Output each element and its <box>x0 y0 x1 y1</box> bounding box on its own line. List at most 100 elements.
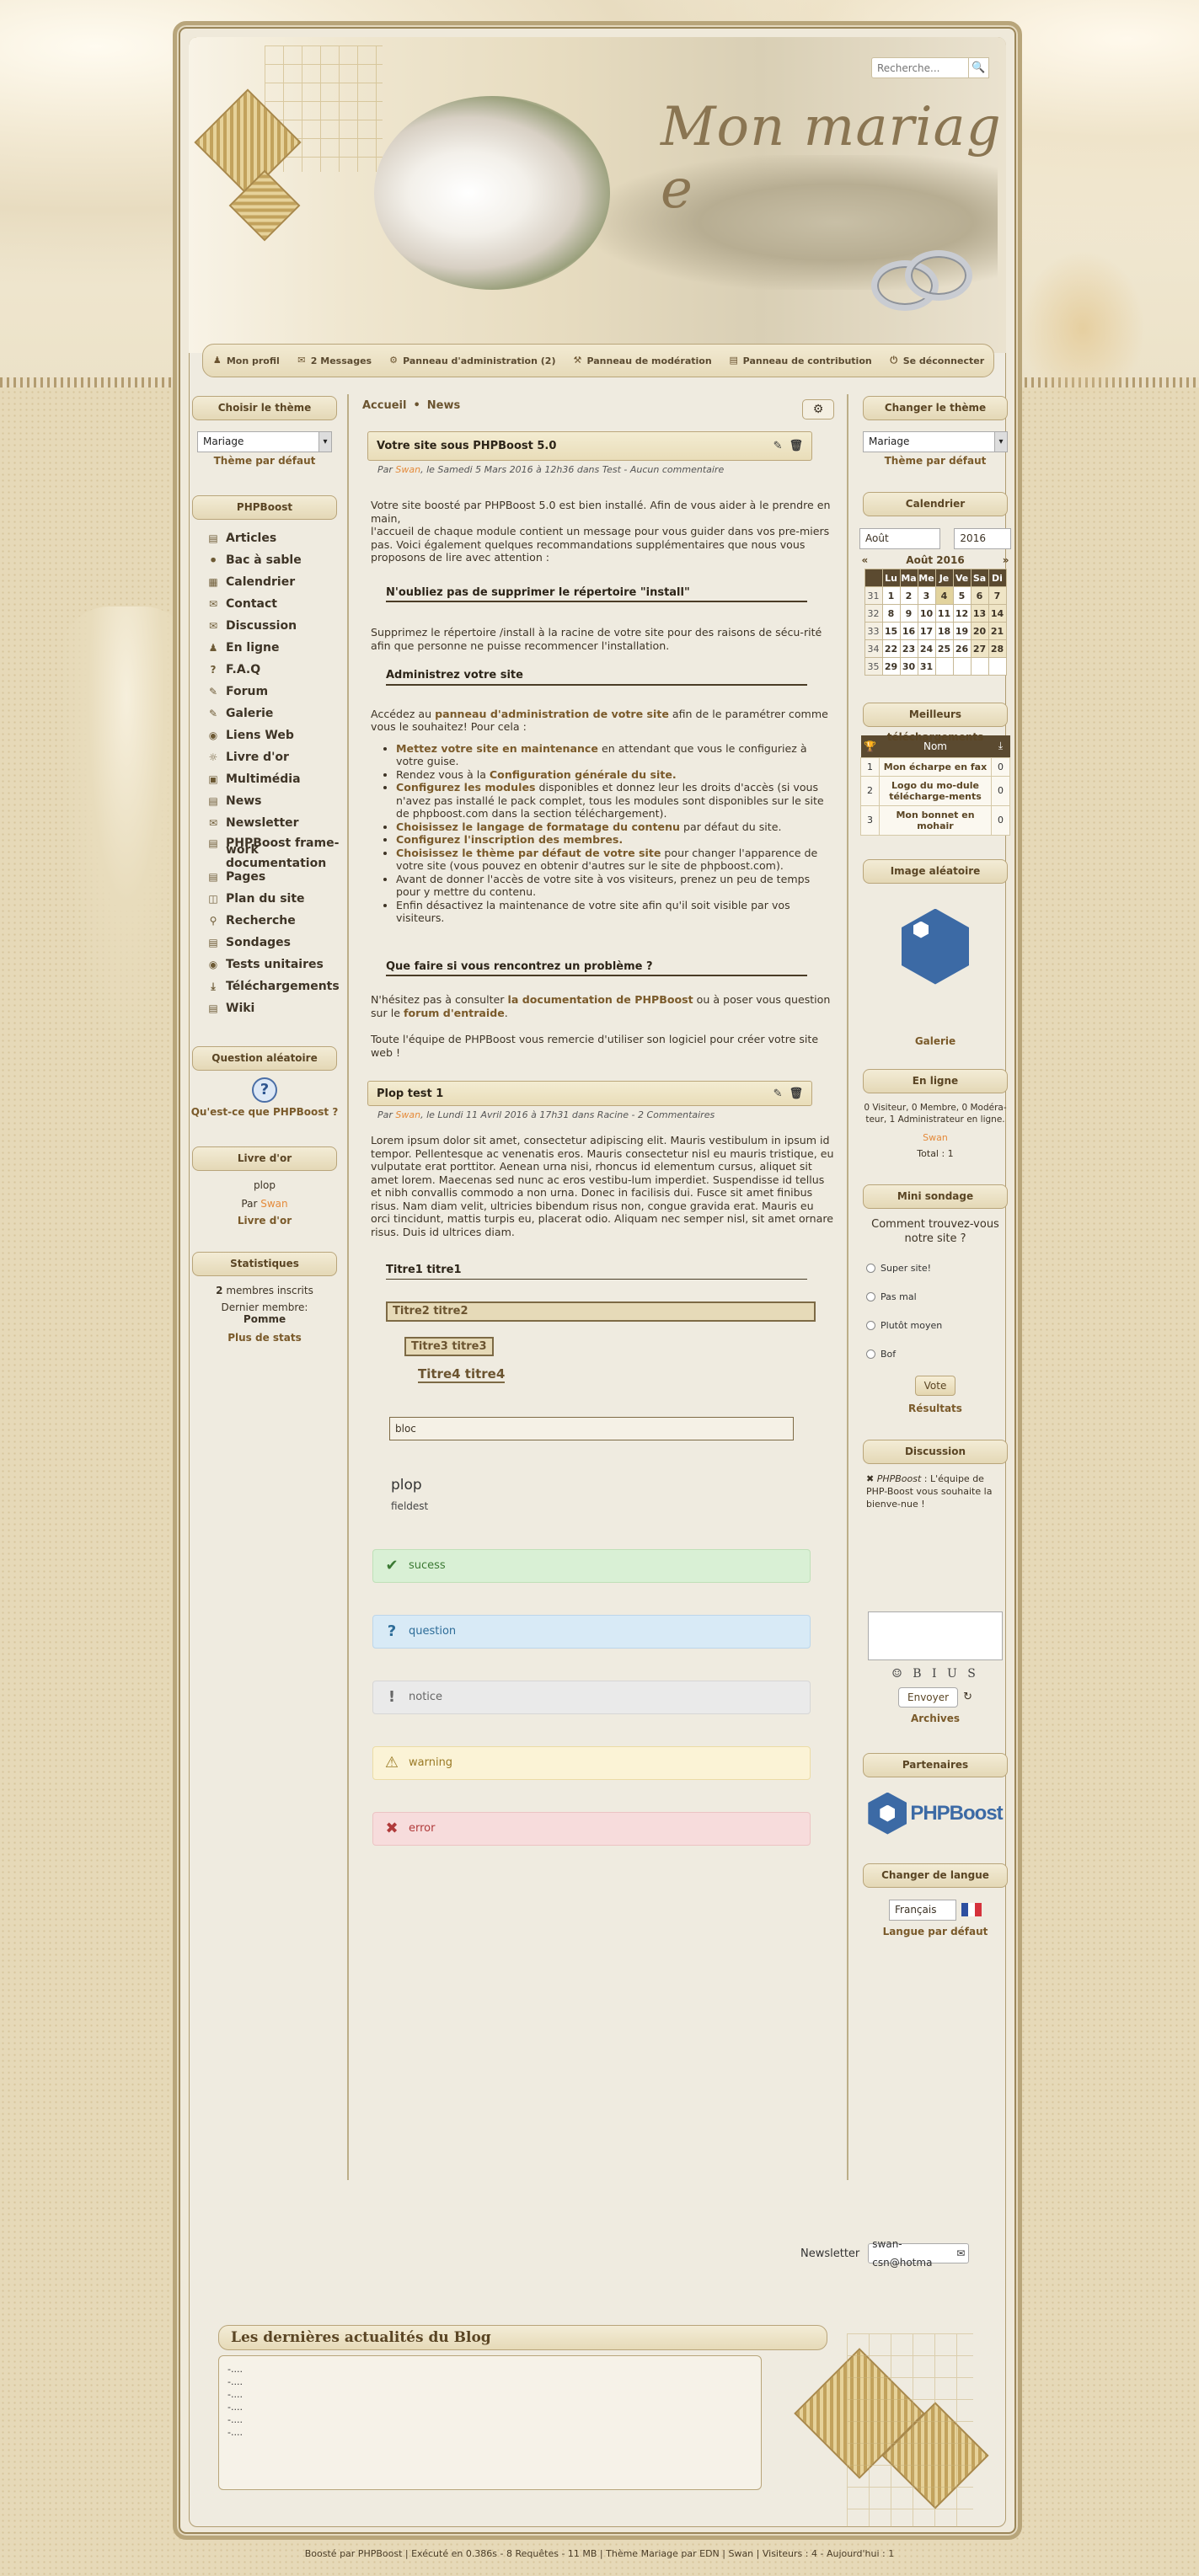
menu-item-articles[interactable]: ▤ Articles <box>207 527 340 549</box>
download-link[interactable]: Mon écharpe en fax <box>879 756 992 777</box>
post-title[interactable]: Plop test 1 <box>377 1088 443 1100</box>
menu-item-calendar[interactable]: ▦ Calendrier <box>207 571 340 593</box>
post-author[interactable]: Swan <box>395 464 420 475</box>
menu-item-online[interactable]: ♟ En ligne <box>207 637 340 659</box>
poll-option[interactable]: Super site! <box>859 1254 1011 1283</box>
search-form: 🔍 <box>871 57 989 78</box>
breadcrumb-news[interactable]: News <box>427 399 460 412</box>
admin-panel-inline-link[interactable]: panneau d'administration de votre site <box>435 708 669 720</box>
menu-item-guestbook[interactable]: ☼ Livre d'or <box>207 746 340 768</box>
send-button[interactable]: Envoyer <box>898 1686 959 1708</box>
radio-button[interactable] <box>866 1292 875 1301</box>
menu-item-newsletter[interactable]: ✉ Newsletter <box>207 812 340 834</box>
radio-button[interactable] <box>866 1321 875 1330</box>
radio-button[interactable] <box>866 1349 875 1359</box>
guestbook-author[interactable]: Swan <box>260 1198 287 1210</box>
search-button[interactable]: 🔍 <box>969 57 989 78</box>
phpboost-partner-logo[interactable]: PHPBoost <box>859 1792 1011 1835</box>
menu-item-news[interactable]: ▤ News <box>207 790 340 812</box>
admin-panel-link[interactable]: ⚙ Panneau d'administration (2) <box>388 355 555 366</box>
archives-link[interactable]: Archives <box>859 1713 1011 1724</box>
envelope-icon[interactable]: ✉ <box>956 2244 965 2263</box>
menu-item-sandbox[interactable]: ⚫ Bac à sable <box>207 549 340 571</box>
menu-item-downloads[interactable]: ⤓ Téléchargements <box>207 975 340 997</box>
calendar-year-select[interactable]: 2016 <box>954 528 1011 549</box>
delete-icon[interactable]: ✖ <box>866 1473 874 1484</box>
menu-item-unit-tests[interactable]: ◉ Tests unitaires <box>207 954 340 975</box>
random-image-title: Image aléatoire <box>863 858 1008 884</box>
calendar-month-select[interactable]: Août <box>859 528 941 549</box>
online-user[interactable]: Swan <box>859 1132 1011 1143</box>
stats-last-member[interactable]: Pomme <box>189 1313 340 1325</box>
list-item[interactable]: -.... <box>227 2388 752 2401</box>
bbcode-toolbar[interactable]: ☺ B I U S <box>859 1667 1011 1681</box>
menu-item-weblinks[interactable]: ◉ Liens Web <box>207 724 340 746</box>
edit-icon[interactable]: ✎ <box>773 1088 783 1100</box>
poll-option[interactable]: Bof <box>859 1340 1011 1369</box>
theme-select[interactable]: Mariage <box>863 431 1008 452</box>
phpboost-logo-icon <box>868 1792 907 1835</box>
menu-item-discussion[interactable]: ✉ Discussion <box>207 615 340 637</box>
default-theme-link[interactable]: Thème par défaut <box>859 455 1011 467</box>
list-item[interactable]: -.... <box>227 2401 752 2413</box>
documentation-inline-link[interactable]: la documentation de PHPBoost <box>508 993 693 1006</box>
list-item[interactable]: -.... <box>227 2413 752 2426</box>
contribution-panel-link[interactable]: ▤ Panneau de contribution <box>729 355 871 366</box>
list-item[interactable]: -.... <box>227 2426 752 2439</box>
newsletter-email-input[interactable]: swan-csn@hotma ✉ <box>868 2238 970 2269</box>
menu-item-contact[interactable]: ✉ Contact <box>207 593 340 615</box>
download-link[interactable]: Logo du mo-dule télécharge-ments <box>879 775 992 806</box>
more-stats-link[interactable]: Plus de stats <box>189 1332 340 1344</box>
error-message: ✖ error <box>372 1811 811 1846</box>
random-image[interactable] <box>859 908 1011 985</box>
logout-link[interactable]: ⏻ Se déconnecter <box>889 355 984 366</box>
prev-month-icon[interactable]: « <box>862 554 869 566</box>
my-profile-link[interactable]: ♟ Mon profil <box>212 355 280 366</box>
menu-item-faq[interactable]: ? F.A.Q <box>207 659 340 681</box>
breadcrumb-home[interactable]: Accueil <box>362 399 406 412</box>
default-language-link[interactable]: Langue par défaut <box>859 1926 1011 1937</box>
users-icon: ♟ <box>208 642 218 654</box>
menu-item-gallery[interactable]: ✎ Galerie <box>207 703 340 724</box>
menu-item-wiki[interactable]: ▤ Wiki <box>207 997 340 1019</box>
guestbook-link[interactable]: Livre d'or <box>189 1215 340 1227</box>
edit-icon[interactable]: ✎ <box>773 440 783 452</box>
menu-item-documentation-cont[interactable]: work documentation <box>207 843 340 870</box>
default-theme-link[interactable]: Thème par défaut <box>189 455 340 467</box>
menu-item-polls[interactable]: ▤ Sondages <box>207 932 340 954</box>
article-icon: ▤ <box>208 532 218 544</box>
search-input[interactable] <box>871 57 969 78</box>
forum-inline-link[interactable]: forum d'entraide <box>404 1007 505 1019</box>
shoutbox-textarea[interactable] <box>868 1611 1003 1660</box>
module-settings-button[interactable]: ⚙ <box>802 399 834 420</box>
next-month-icon[interactable]: » <box>1003 554 1009 566</box>
menu-item-multimedia[interactable]: ▣ Multimédia <box>207 768 340 790</box>
radio-button[interactable] <box>866 1264 875 1273</box>
post-author[interactable]: Swan <box>395 1109 420 1120</box>
language-select[interactable]: Français <box>889 1899 956 1921</box>
post-body: Lorem ipsum dolor sit amet, consectetur … <box>362 1134 843 1514</box>
poll-option[interactable]: Pas mal <box>859 1283 1011 1312</box>
list-item[interactable]: -.... <box>227 2363 752 2376</box>
title-level-1: Titre1 titre1 <box>386 1264 807 1280</box>
list-item[interactable]: -.... <box>227 2376 752 2388</box>
menu-item-forum[interactable]: ✎ Forum <box>207 681 340 703</box>
delete-icon[interactable]: 🗑 <box>789 1088 803 1100</box>
gallery-link[interactable]: Galerie <box>859 1035 1011 1047</box>
site-logo-title[interactable]: Mon mariag e <box>661 96 1006 221</box>
download-link[interactable]: Mon bonnet en mohair <box>879 804 992 836</box>
change-language-title: Changer de langue <box>863 1863 1008 1888</box>
moderation-panel-link[interactable]: ⚒ Panneau de modération <box>572 355 712 366</box>
messages-link[interactable]: ✉ 2 Messages <box>297 355 372 366</box>
theme-select[interactable]: Mariage <box>197 431 332 452</box>
menu-item-sitemap[interactable]: ◫ Plan du site <box>207 888 340 910</box>
random-question-link[interactable]: Qu'est-ce que PHPBoost ? <box>189 1106 340 1118</box>
refresh-icon[interactable]: ↻ <box>963 1691 972 1703</box>
post-title[interactable]: Votre site sous PHPBoost 5.0 <box>377 440 556 452</box>
poll-results-link[interactable]: Résultats <box>859 1403 1011 1414</box>
post-meta: Par Swan, le Lundi 11 Avril 2016 à 17h31… <box>377 1109 715 1120</box>
poll-option[interactable]: Plutôt moyen <box>859 1312 1011 1340</box>
delete-icon[interactable]: 🗑 <box>789 440 803 452</box>
menu-item-search[interactable]: ⚲ Recherche <box>207 910 340 932</box>
vote-button[interactable]: Vote <box>914 1375 956 1396</box>
